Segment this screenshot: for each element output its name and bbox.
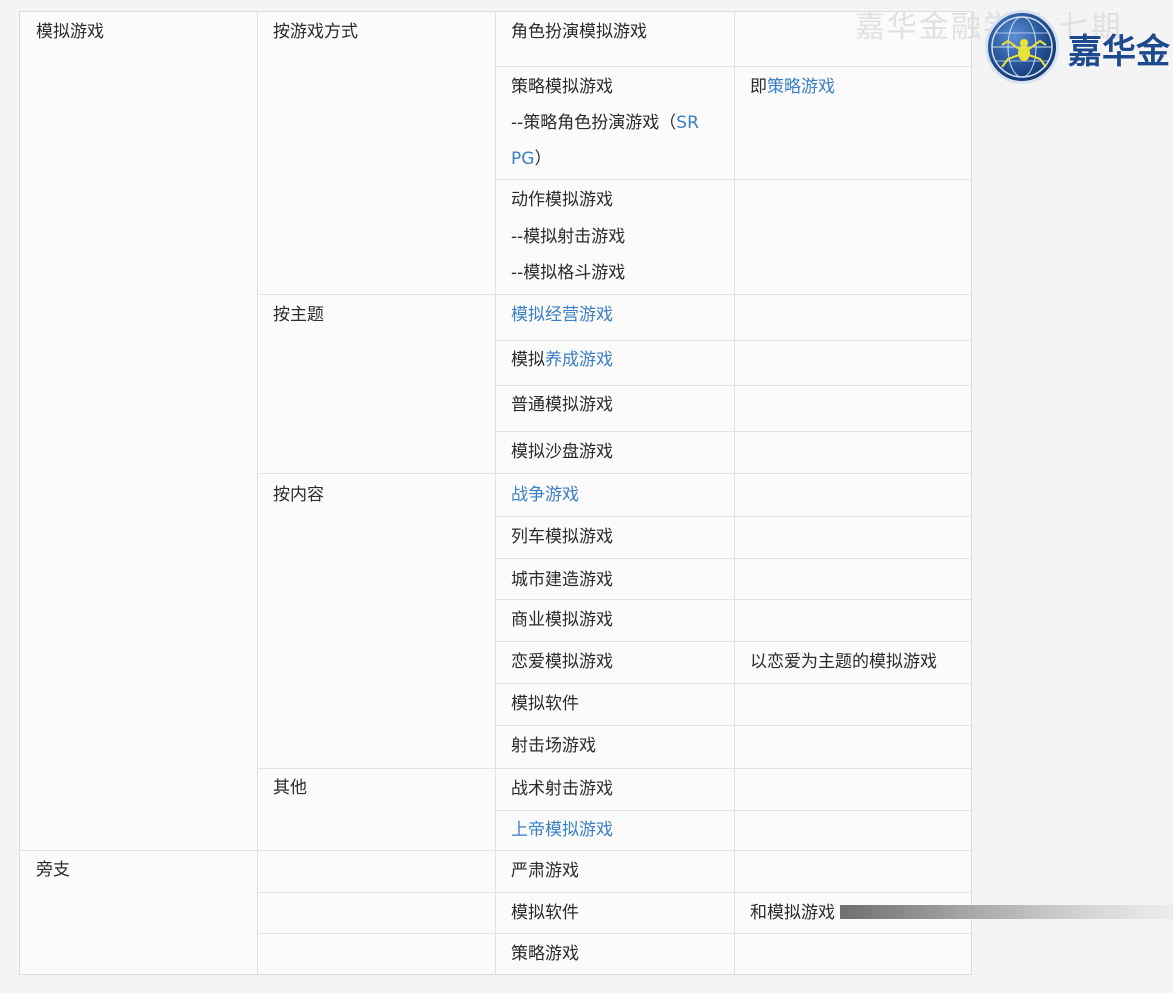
- globe-spider-logo-icon: [985, 10, 1059, 84]
- item-sim-fighting: --模拟格斗游戏: [511, 263, 626, 283]
- item-serious-game: 严肃游戏: [511, 861, 579, 881]
- item-sandbox-sim: 模拟沙盘游戏: [511, 442, 613, 462]
- item-romance-sim: 恋爱模拟游戏: [511, 652, 613, 672]
- item-rpg-sim: 角色扮演模拟游戏: [511, 22, 647, 42]
- row-divider: [257, 473, 973, 474]
- column-divider: [495, 12, 496, 974]
- row-divider: [495, 66, 973, 67]
- item-raise-sim: 模拟养成游戏: [511, 342, 613, 378]
- row-divider: [495, 599, 973, 600]
- srpg-link-cont[interactable]: PG: [511, 149, 534, 169]
- row-divider: [495, 725, 973, 726]
- row-divider: [20, 850, 973, 851]
- group-by-content: 按内容: [273, 485, 324, 505]
- group-other: 其他: [273, 778, 307, 798]
- item-action-sim: 动作模拟游戏: [511, 190, 613, 210]
- item-strategy-rpg-close: ）: [534, 149, 552, 169]
- overlay-progress-bar: [840, 905, 1173, 919]
- item-tactical-shooter: 战术射击游戏: [511, 779, 613, 799]
- note-romance: 以恋爱为主题的模拟游戏: [750, 652, 937, 672]
- column-divider: [734, 12, 735, 974]
- column-divider: [257, 12, 258, 850]
- item-strategy-rpg-cont: PG）: [511, 141, 551, 177]
- category-simulation-game: 模拟游戏: [36, 22, 104, 42]
- item-war-game-link[interactable]: 战争游戏: [511, 477, 579, 513]
- item-sim-software-2: 模拟软件: [511, 903, 579, 923]
- note-sim-software: 和模拟游戏: [750, 903, 835, 923]
- item-strategy-rpg-text: --策略角色扮演游戏（: [511, 113, 677, 133]
- row-divider: [257, 933, 973, 934]
- item-raise-prefix: 模拟: [511, 350, 545, 370]
- row-divider: [495, 385, 973, 386]
- row-divider: [495, 516, 973, 517]
- raise-game-link[interactable]: 养成游戏: [545, 350, 613, 370]
- column-divider: [257, 850, 258, 974]
- item-sim-software: 模拟软件: [511, 694, 579, 714]
- category-side-branch: 旁支: [36, 860, 70, 880]
- srpg-link[interactable]: SR: [676, 113, 699, 133]
- note-strategy: 即策略游戏: [750, 69, 835, 105]
- item-strategy-rpg: --策略角色扮演游戏（SR: [511, 105, 699, 141]
- row-divider: [257, 294, 973, 295]
- row-divider: [257, 892, 973, 893]
- watermark-brand-text: 嘉华金: [1068, 32, 1170, 72]
- row-divider: [495, 683, 973, 684]
- row-divider: [495, 558, 973, 559]
- row-divider: [495, 340, 973, 341]
- group-by-theme: 按主题: [273, 305, 324, 325]
- item-normal-sim: 普通模拟游戏: [511, 395, 613, 415]
- row-divider: [495, 431, 973, 432]
- classification-table: 模拟游戏 旁支 按游戏方式 按主题 按内容 其他 角色扮演模拟游戏 策略模拟游戏…: [19, 11, 973, 975]
- note-strategy-prefix: 即: [750, 77, 767, 97]
- row-divider: [495, 641, 973, 642]
- row-divider: [495, 179, 973, 180]
- item-business-sim-link[interactable]: 模拟经营游戏: [511, 297, 613, 333]
- item-city-building: 城市建造游戏: [511, 570, 613, 590]
- item-shooting-range: 射击场游戏: [511, 736, 596, 756]
- item-strategy-game: 策略游戏: [511, 944, 579, 964]
- row-divider: [495, 810, 973, 811]
- item-commerce-sim: 商业模拟游戏: [511, 610, 613, 630]
- group-by-play-mode: 按游戏方式: [273, 22, 358, 42]
- item-train-sim: 列车模拟游戏: [511, 527, 613, 547]
- item-sim-shooting: --模拟射击游戏: [511, 227, 626, 247]
- item-god-sim-link[interactable]: 上帝模拟游戏: [511, 812, 613, 848]
- strategy-game-link[interactable]: 策略游戏: [767, 77, 835, 97]
- item-strategy-sim: 策略模拟游戏: [511, 77, 613, 97]
- row-divider: [257, 768, 973, 769]
